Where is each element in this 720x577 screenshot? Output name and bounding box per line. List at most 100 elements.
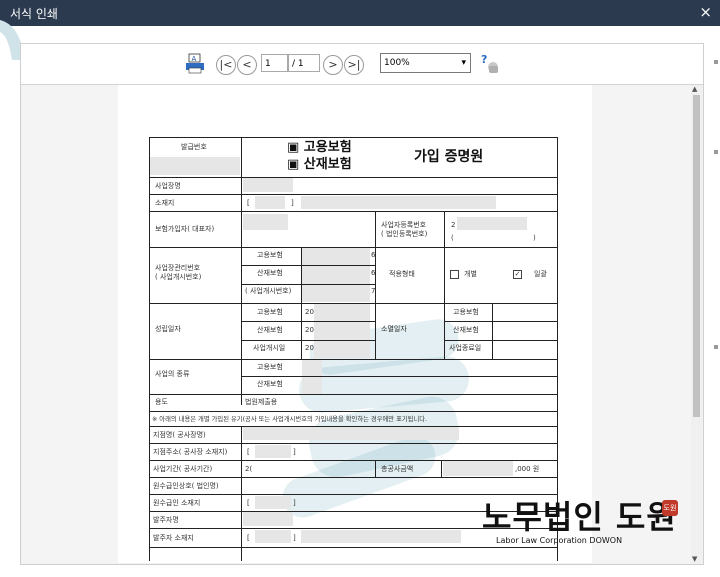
total-amount-value: ,000 원 (515, 465, 540, 473)
redacted-block (301, 196, 496, 209)
prime-addr-open: [ (247, 499, 250, 507)
address-label: 소재지 (155, 199, 175, 207)
redacted-block (243, 178, 293, 192)
mgmt-employment: 고용보험 (257, 251, 283, 259)
logo-seal: 도원 (662, 500, 678, 516)
client-addr-close: ] (293, 534, 296, 542)
prime-contractor-label: 원수급인상호( 법인명) (153, 482, 219, 490)
table-line (492, 303, 493, 359)
mgmt-accident: 산재보험 (257, 269, 283, 277)
table-line (149, 477, 558, 478)
purpose-value: 법원제출용 (245, 398, 278, 406)
bizno-paren-open: ( (451, 234, 454, 242)
address-bracket-close: ] (291, 199, 294, 207)
table-line (149, 394, 558, 395)
est-value-1: 20 (305, 308, 314, 316)
address-bracket-open: [ (247, 199, 250, 207)
prev-page-button[interactable]: < (237, 55, 257, 75)
edge-marker (714, 60, 718, 64)
branch-addr-open: [ (247, 448, 250, 456)
redacted-block (255, 530, 291, 543)
table-line (149, 443, 558, 444)
redacted-block (314, 304, 370, 358)
closed-end: 사업종료일 (449, 344, 482, 352)
workplace-name-label: 사업장명 (155, 182, 181, 190)
table-line (241, 284, 375, 285)
total-amount-label: 총공사금액 (381, 465, 414, 473)
table-line (149, 359, 558, 360)
redacted-block (150, 157, 240, 175)
branch-name-label: 지점명( 공사장명) (153, 431, 206, 439)
table-line (375, 303, 376, 359)
help-icon[interactable]: ? (479, 52, 501, 74)
last-page-button[interactable]: >| (344, 55, 364, 75)
apply-individual-label: 개별 (464, 270, 477, 278)
period-label: 사업기간( 공사기간) (153, 465, 213, 473)
redacted-block (243, 214, 288, 230)
logo-brand-text: 노무법인 도원 (482, 498, 677, 536)
branch-addr-label: 지점주소( 공사장 소재지) (153, 448, 228, 456)
redacted-block (457, 217, 527, 230)
redacted-block (255, 445, 291, 458)
zoom-select[interactable]: 100% ▾ (380, 53, 471, 73)
prime-addr-label: 원수급인 소재지 (153, 499, 201, 507)
table-line (375, 211, 376, 247)
scroll-up-icon[interactable]: ▲ (692, 85, 697, 93)
table-line (149, 177, 558, 178)
redacted-block (255, 496, 291, 509)
prime-addr-close: ] (293, 499, 296, 507)
issue-no-label: 발급번호 (181, 143, 207, 151)
closed-accident: 산재보험 (453, 326, 479, 334)
first-page-button[interactable]: |< (216, 55, 236, 75)
client-label: 발주자명 (153, 516, 179, 524)
mgmt-label-1: 사업장관리번호 (155, 264, 201, 272)
redacted-block (301, 530, 461, 543)
table-line (444, 340, 558, 341)
page-number-input[interactable]: 1 (261, 54, 288, 72)
printer-icon[interactable]: A (184, 53, 206, 75)
redacted-block (443, 461, 513, 476)
apply-individual-checkbox[interactable] (450, 270, 459, 279)
mgmt-label-2: ( 사업개시번호) (155, 273, 202, 281)
branch-addr-close: ] (293, 448, 296, 456)
close-icon[interactable]: × (699, 3, 712, 21)
client-addr-label: 발주자 소재지 (153, 534, 194, 542)
table-line (444, 303, 445, 359)
redacted-block (302, 248, 370, 302)
table-line (241, 321, 375, 322)
redacted-block (243, 427, 459, 440)
period-value: 2( (245, 465, 253, 473)
table-line (241, 376, 558, 377)
est-accident: 산재보험 (257, 326, 283, 334)
check-accident: ▣ 산재보험 (287, 157, 352, 172)
table-line (444, 211, 445, 247)
table-line (149, 211, 558, 212)
edge-marker (714, 150, 718, 154)
redacted-block (243, 512, 293, 526)
apply-bulk-checkbox[interactable]: ✓ (513, 270, 522, 279)
type-accident: 산재보험 (257, 380, 283, 388)
check-employment: ▣ 고용보험 (287, 140, 352, 155)
table-line (444, 247, 445, 303)
chevron-down-icon: ▾ (461, 58, 466, 68)
table-line (241, 265, 375, 266)
viewer-toolbar: A |< < 1 / 1 > >| 100% ▾ ? (21, 44, 703, 85)
est-value-3: 20 (305, 344, 314, 352)
next-page-button[interactable]: > (323, 55, 343, 75)
table-line (149, 137, 150, 561)
closed-label: 소멸일자 (381, 325, 407, 333)
biz-type-label: 사업의 종류 (155, 370, 190, 378)
apply-bulk-label: 일괄 (534, 270, 547, 278)
table-line (375, 460, 376, 477)
client-addr-open: [ (247, 534, 250, 542)
purpose-label: 용도 (155, 398, 168, 406)
svg-text:A: A (192, 55, 197, 63)
est-employment: 고용보험 (257, 308, 283, 316)
zoom-value: 100% (384, 58, 410, 68)
table-line (241, 340, 375, 341)
est-value-2: 20 (305, 326, 314, 334)
table-line (149, 137, 558, 138)
scrollbar-thumb[interactable] (693, 95, 700, 417)
mgmt-start: ( 사업개시번호) (245, 287, 292, 295)
bizno-label-1: 사업자등록번호 (381, 221, 427, 229)
